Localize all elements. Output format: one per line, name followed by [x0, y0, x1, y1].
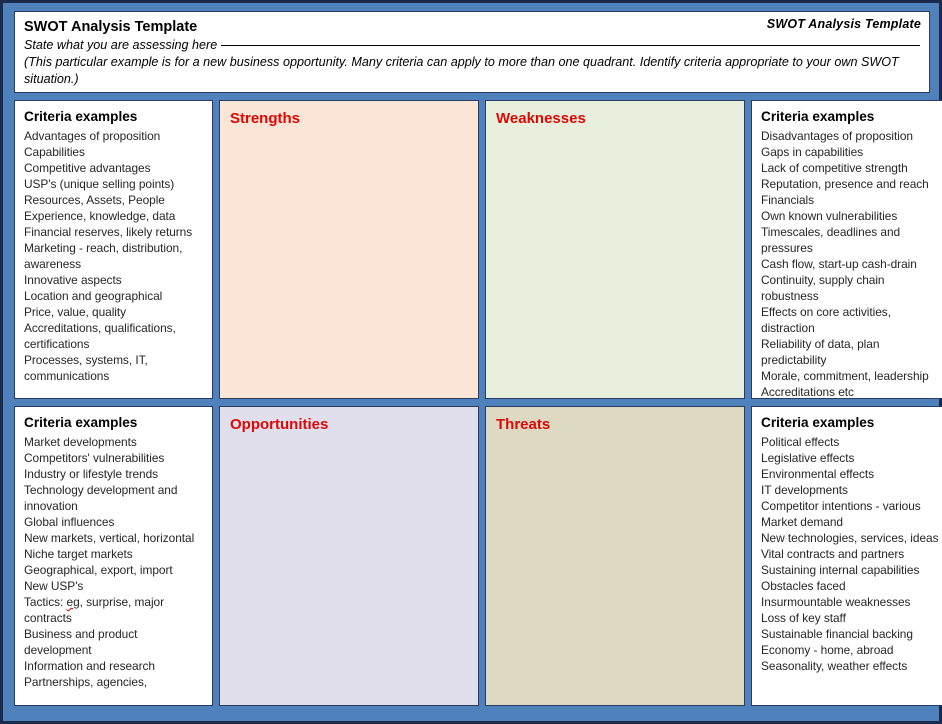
- list-item: Market demand: [761, 515, 843, 529]
- list-item: Processes, systems, IT,: [24, 353, 148, 367]
- list-item: Financials: [761, 193, 815, 207]
- list-item: Own known vulnerabilities: [761, 209, 898, 223]
- criteria-panel-weaknesses: Criteria examples Disadvantages of propo…: [751, 100, 942, 399]
- list-item: distraction: [761, 321, 815, 335]
- header-note: (This particular example is for a new bu…: [24, 55, 899, 86]
- list-item: Sustainable financial backing: [761, 627, 913, 641]
- list-item: New markets, vertical, horizontal: [24, 531, 195, 545]
- list-item: Sustaining internal capabilities: [761, 563, 920, 577]
- list-item: development: [24, 643, 92, 657]
- swot-grid: Criteria examples Advantages of proposit…: [14, 100, 942, 706]
- list-item: Vital contracts and partners: [761, 547, 905, 561]
- list-item: Information and research: [24, 659, 155, 673]
- assessment-subject-prompt: State what you are assessing here: [24, 38, 218, 52]
- list-item: awareness: [24, 257, 82, 271]
- list-item: Cash flow, start-up cash-drain: [761, 257, 917, 271]
- list-item: Legislative effects: [761, 451, 855, 465]
- list-item: Marketing - reach, distribution,: [24, 241, 183, 255]
- assessment-subject-input[interactable]: [221, 45, 920, 46]
- assessment-subject-row: State what you are assessing here: [24, 37, 920, 53]
- list-item: Seasonality, weather effects: [761, 659, 908, 673]
- list-item: Disadvantages of proposition: [761, 129, 913, 143]
- criteria-heading: Criteria examples: [24, 109, 138, 124]
- tactics-prefix: Tactics:: [24, 595, 67, 609]
- list-item: Reliability of data, plan: [761, 337, 880, 351]
- list-item: Geographical, export, import: [24, 563, 173, 577]
- list-item: Resources, Assets, People: [24, 193, 165, 207]
- criteria-list-opportunities: Market developments Competitors' vulnera…: [24, 434, 205, 690]
- list-item: New technologies, services, ideas: [761, 531, 939, 545]
- criteria-list-threats: Political effects Legislative effects En…: [761, 434, 942, 674]
- list-item: Advantages of proposition: [24, 129, 161, 143]
- list-item: Experience, knowledge, data: [24, 209, 176, 223]
- list-item: Global influences: [24, 515, 115, 529]
- list-item: Location and geographical: [24, 289, 163, 303]
- list-item: Market developments: [24, 435, 137, 449]
- list-item: Price, value, quality: [24, 305, 127, 319]
- criteria-panel-strengths: Criteria examples Advantages of proposit…: [14, 100, 213, 399]
- list-item: Effects on core activities,: [761, 305, 891, 319]
- criteria-list-strengths: Advantages of proposition Capabilities C…: [24, 128, 205, 384]
- criteria-heading: Criteria examples: [761, 415, 875, 430]
- list-item: Reputation, presence and reach: [761, 177, 929, 191]
- list-item: Competitive advantages: [24, 161, 151, 175]
- list-item: innovation: [24, 499, 78, 513]
- list-item: Competitor intentions - various: [761, 499, 921, 513]
- quadrant-opportunities[interactable]: Opportunities: [219, 406, 479, 706]
- quadrant-title-opportunities: Opportunities: [230, 416, 329, 433]
- list-item: Insurmountable weaknesses: [761, 595, 911, 609]
- list-item: USP's (unique selling points): [24, 177, 175, 191]
- swot-template-page: SWOT Analysis Template SWOT Analysis Tem…: [0, 0, 942, 724]
- list-item: Obstacles faced: [761, 579, 846, 593]
- list-item: Industry or lifestyle trends: [24, 467, 159, 481]
- list-item: Business and product: [24, 627, 138, 641]
- list-item: contracts: [24, 611, 72, 625]
- list-item: Political effects: [761, 435, 840, 449]
- spellcheck-token: eg: [66, 595, 80, 609]
- quadrant-threats[interactable]: Threats: [485, 406, 745, 706]
- list-item: Accreditations, qualifications,: [24, 321, 176, 335]
- quadrant-title-weaknesses: Weaknesses: [496, 110, 586, 127]
- list-item: robustness: [761, 289, 819, 303]
- header-panel: SWOT Analysis Template SWOT Analysis Tem…: [14, 11, 930, 93]
- list-item-tactics: Tactics: eg, surprise, major: [24, 594, 205, 610]
- blue-frame: SWOT Analysis Template SWOT Analysis Tem…: [3, 3, 942, 721]
- list-item: pressures: [761, 241, 813, 255]
- list-item: Financial reserves, likely returns: [24, 225, 193, 239]
- criteria-list-weaknesses: Disadvantages of proposition Gaps in cap…: [761, 128, 942, 399]
- criteria-heading: Criteria examples: [24, 415, 138, 430]
- list-item: predictability: [761, 353, 827, 367]
- list-item: certifications: [24, 337, 90, 351]
- list-item: Economy - home, abroad: [761, 643, 894, 657]
- list-item: New USP's: [24, 579, 84, 593]
- list-item: Competitors' vulnerabilities: [24, 451, 165, 465]
- quadrant-title-strengths: Strengths: [230, 110, 301, 127]
- list-item: Timescales, deadlines and: [761, 225, 901, 239]
- criteria-panel-threats: Criteria examples Political effects Legi…: [751, 406, 942, 706]
- list-item: Partnerships, agencies,: [24, 675, 148, 689]
- criteria-heading: Criteria examples: [761, 109, 875, 124]
- list-item: Lack of competitive strength: [761, 161, 908, 175]
- corner-label: SWOT Analysis Template: [766, 17, 921, 31]
- list-item: Environmental effects: [761, 467, 875, 481]
- list-item: communications: [24, 369, 110, 383]
- criteria-panel-opportunities: Criteria examples Market developments Co…: [14, 406, 213, 706]
- list-item: Accreditations etc: [761, 385, 854, 399]
- quadrant-weaknesses[interactable]: Weaknesses: [485, 100, 745, 399]
- list-item: Capabilities: [24, 145, 85, 159]
- list-item: Morale, commitment, leadership: [761, 369, 929, 383]
- quadrant-title-threats: Threats: [496, 416, 551, 433]
- list-item: Continuity, supply chain: [761, 273, 885, 287]
- list-item: Gaps in capabilities: [761, 145, 864, 159]
- list-item: IT developments: [761, 483, 848, 497]
- quadrant-strengths[interactable]: Strengths: [219, 100, 479, 399]
- list-item: Innovative aspects: [24, 273, 122, 287]
- list-item: Loss of key staff: [761, 611, 846, 625]
- tactics-suffix: , surprise, major: [79, 595, 165, 609]
- list-item: Technology development and: [24, 483, 178, 497]
- list-item: Niche target markets: [24, 547, 133, 561]
